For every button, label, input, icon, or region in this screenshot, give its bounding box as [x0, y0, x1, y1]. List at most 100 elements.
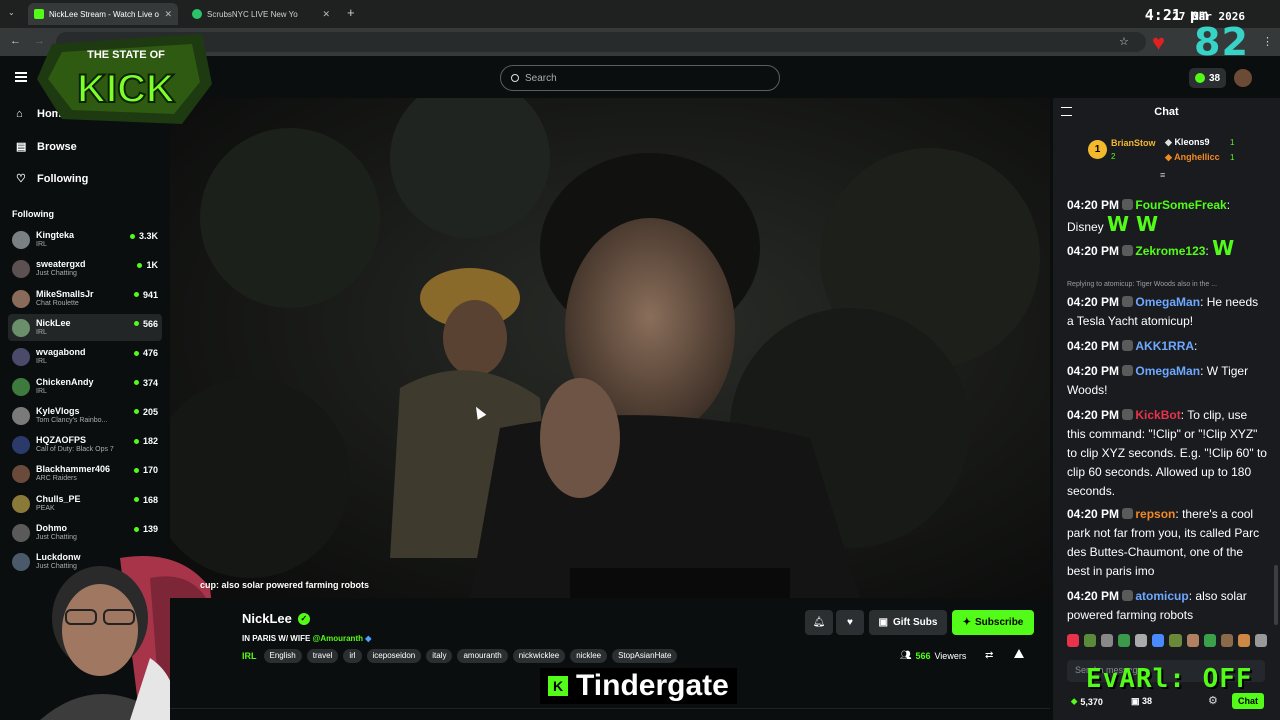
subscribe-button[interactable]: ✦ Subscribe: [952, 610, 1034, 635]
sidebar-channel-row[interactable]: Dohmo Just Chatting 139: [8, 519, 162, 546]
gifter-name-text: Kleons9: [1174, 137, 1210, 147]
tag-chip[interactable]: English: [263, 649, 302, 663]
message-username[interactable]: repson: [1135, 507, 1175, 521]
channel-category: IRL: [36, 328, 47, 336]
message-username[interactable]: AKK1RRA: [1135, 339, 1194, 353]
tag-chip[interactable]: nicklee: [570, 649, 608, 663]
tag-chip[interactable]: travel: [306, 649, 339, 663]
points-icon: ⬥: [1071, 696, 1078, 706]
gifter-name[interactable]: ◆ Anghellicc: [1165, 152, 1220, 163]
overlay-counter: 82: [1194, 20, 1249, 64]
chat-message[interactable]: 04:20 PM repson: there's a cool park not…: [1067, 505, 1267, 581]
streamer-name[interactable]: NickLee ✓: [242, 611, 310, 626]
share-icon[interactable]: ⇄: [985, 650, 993, 661]
emote-icon[interactable]: [1203, 634, 1216, 647]
message-username[interactable]: OmegaMan: [1135, 364, 1200, 378]
emote-w-icon: W W: [1107, 212, 1159, 236]
close-tab-icon[interactable]: ✕: [322, 9, 330, 20]
emote-icon[interactable]: [1169, 634, 1182, 647]
emote-icon[interactable]: [1118, 634, 1131, 647]
bookmark-star-icon[interactable]: ☆: [1119, 35, 1129, 48]
tag-chip[interactable]: StopAsianHate: [612, 649, 678, 663]
notification-bell-button[interactable]: 🔔︎: [805, 610, 833, 635]
sidebar-channel-row[interactable]: Kingteka IRL 3.3K: [8, 226, 162, 253]
search-input[interactable]: Search: [500, 65, 780, 91]
gifter-name[interactable]: ◆ Kleons9: [1165, 137, 1209, 148]
browser-menu-icon[interactable]: ⋮: [1262, 35, 1273, 48]
category-link[interactable]: IRL: [242, 649, 257, 663]
emote-icon[interactable]: [1135, 634, 1148, 647]
chat-scrollbar[interactable]: [1274, 565, 1278, 625]
channel-name: Kingteka: [36, 230, 75, 240]
follow-heart-button[interactable]: ♥: [836, 610, 864, 635]
expand-gifters-icon[interactable]: ≡: [1160, 170, 1165, 180]
chat-message[interactable]: 04:20 PM AKK1RRA:: [1067, 337, 1267, 356]
chat-message[interactable]: 04:20 PM FourSomeFreak: Disney W W: [1067, 196, 1267, 237]
send-chat-button[interactable]: Chat: [1232, 693, 1264, 709]
video-frame: [170, 98, 1050, 598]
tag-chip[interactable]: amouranth: [457, 649, 508, 663]
sidebar-channel-row[interactable]: NickLee IRL 566: [8, 313, 162, 341]
emote-icon[interactable]: [1084, 634, 1097, 647]
sidebar-channel-row[interactable]: HQZAOFPS Call of Duty: Black Ops 7 182: [8, 431, 162, 458]
tab-title: NickLee Stream - Watch Live o: [49, 9, 159, 19]
tab-nicklee[interactable]: NickLee Stream - Watch Live o ✕: [28, 3, 178, 25]
sidebar-item-following[interactable]: ♡ Following: [16, 172, 88, 186]
chat-message[interactable]: 04:20 PM OmegaMan: He needs a Tesla Yach…: [1067, 293, 1267, 331]
message-username[interactable]: FourSomeFreak: [1135, 198, 1226, 212]
channel-category: Chat Roulette: [36, 299, 79, 307]
browse-icon: ▤: [16, 141, 27, 153]
channel-points[interactable]: 38: [1189, 68, 1226, 88]
channel-viewers: 205: [134, 407, 158, 417]
message-username[interactable]: Zekrome123: [1135, 244, 1205, 258]
sidebar-channel-row[interactable]: MikeSmallsJr Chat Roulette 941: [8, 285, 162, 312]
tag-chip[interactable]: nickwicklee: [512, 649, 566, 663]
verified-icon: ✓: [297, 612, 310, 625]
video-player[interactable]: [170, 98, 1050, 598]
svg-text:THE STATE OF: THE STATE OF: [87, 49, 165, 61]
chat-message[interactable]: 04:20 PM Zekrome123: W: [1067, 238, 1267, 261]
report-icon[interactable]: [1014, 649, 1024, 658]
sidebar-item-browse[interactable]: ▤ Browse: [16, 140, 77, 154]
close-tab-icon[interactable]: ✕: [164, 9, 172, 20]
chat-message[interactable]: 04:20 PM atomicup: also solar powered fa…: [1067, 587, 1267, 625]
gear-icon[interactable]: ⚙: [1208, 694, 1218, 707]
emote-icon[interactable]: [1067, 634, 1080, 647]
user-badge-icon: [1122, 508, 1134, 519]
sidebar-channel-row[interactable]: Blackhammer406 ARC Raiders 170: [8, 460, 162, 487]
footer-subs[interactable]: ▣ 38: [1131, 696, 1152, 707]
sidebar-channel-row[interactable]: Chulls_PE PEAK 168: [8, 490, 162, 517]
tab-title: ScrubsNYC LIVE New Yo: [207, 9, 298, 19]
tab-list-icon[interactable]: ⌄: [8, 8, 15, 17]
emote-icon[interactable]: [1152, 634, 1165, 647]
sidebar-channel-row[interactable]: wvagabond IRL 476: [8, 343, 162, 370]
tag-chip[interactable]: italy: [426, 649, 453, 663]
emote-icon[interactable]: [1254, 634, 1267, 647]
emote-icon[interactable]: [1220, 634, 1233, 647]
tag-chip[interactable]: irl: [343, 649, 362, 663]
gifter-name[interactable]: BrianStow: [1111, 138, 1156, 148]
menu-icon[interactable]: [15, 72, 27, 82]
chat-message[interactable]: 04:20 PM OmegaMan: W Tiger Woods!: [1067, 362, 1267, 400]
emote-icon[interactable]: [1101, 634, 1114, 647]
new-tab-icon[interactable]: +: [347, 5, 355, 20]
sidebar-channel-row[interactable]: KyleVlogs Tom Clancy's Rainbo... 205: [8, 402, 162, 429]
back-icon[interactable]: ←: [10, 35, 21, 47]
tag-chip[interactable]: iceposeidon: [366, 649, 422, 663]
tab-scrubsnyc[interactable]: ScrubsNYC LIVE New Yo ✕: [186, 3, 336, 25]
message-colon: :: [1194, 339, 1198, 353]
sidebar-channel-row[interactable]: ChickenAndy IRL 374: [8, 373, 162, 400]
gift-subs-button[interactable]: ▣ Gift Subs: [869, 610, 947, 635]
user-avatar[interactable]: [1234, 69, 1252, 87]
emote-icon[interactable]: [1237, 634, 1250, 647]
message-username[interactable]: atomicup: [1135, 589, 1188, 603]
streamer-name-text: NickLee: [242, 611, 292, 626]
sidebar-channel-row[interactable]: sweatergxd Just Chatting 1K: [8, 255, 162, 282]
message-username[interactable]: KickBot: [1135, 408, 1180, 422]
chat-message[interactable]: 04:20 PM KickBot: To clip, use this comm…: [1067, 406, 1267, 501]
viewer-count: 👥︎ 566 Viewers: [900, 650, 966, 661]
message-username[interactable]: OmegaMan: [1135, 295, 1200, 309]
emote-icon[interactable]: [1186, 634, 1199, 647]
title-mention-link[interactable]: @Amouranth: [313, 634, 363, 643]
footer-points[interactable]: ⬥ 5,370: [1071, 696, 1103, 707]
